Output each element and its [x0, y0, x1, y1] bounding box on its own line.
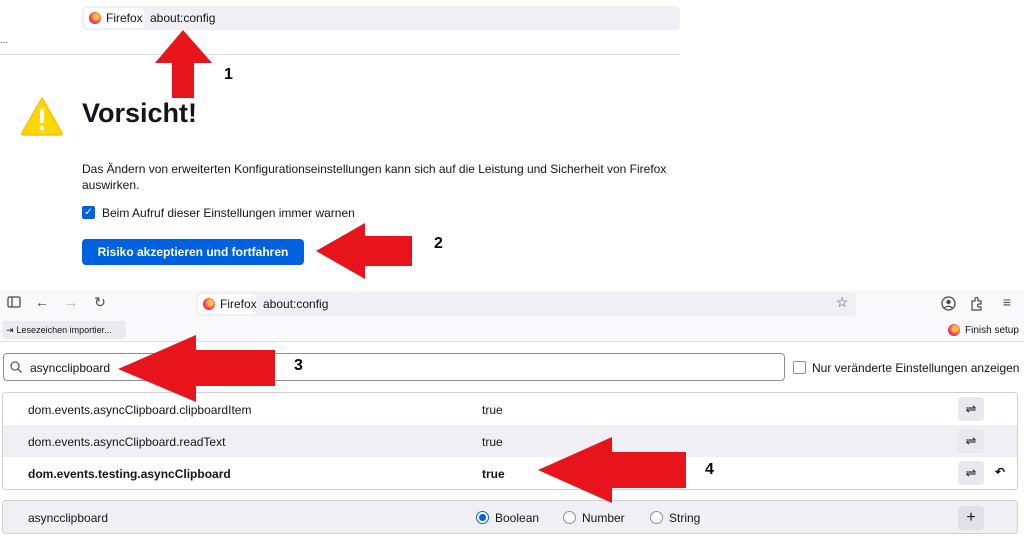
- annotation-layer: [118, 30, 686, 503]
- annotation-arrow-left: [118, 335, 275, 402]
- step-label: 1: [224, 66, 233, 83]
- annotation-arrow-left: [316, 223, 412, 279]
- step-label: 3: [294, 357, 303, 374]
- screenshot-root: Firefox about:config ... Vorsicht! Das Ä…: [0, 0, 1024, 542]
- annotation-arrow-left: [538, 437, 686, 503]
- step-label: 2: [434, 235, 443, 252]
- step-label: 4: [705, 461, 714, 478]
- annotation-arrow-up: [155, 30, 212, 98]
